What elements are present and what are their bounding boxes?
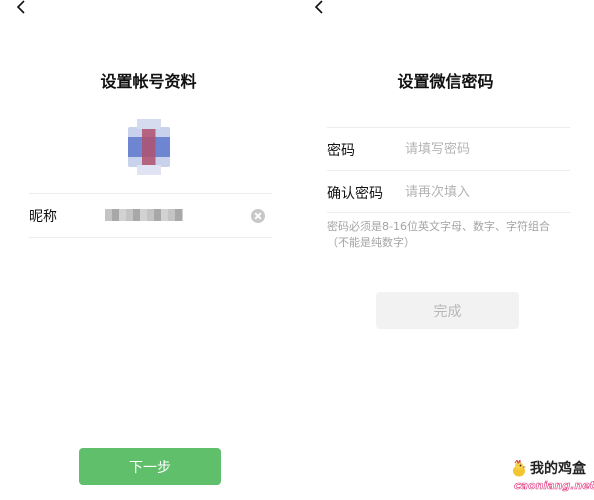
- divider: [327, 127, 570, 128]
- watermark-title: 我的鸡盒: [530, 461, 586, 477]
- clear-icon[interactable]: [251, 209, 265, 223]
- watermark-url: caoniang.net: [514, 479, 594, 493]
- confirm-password-label: 确认密码: [327, 186, 383, 202]
- divider: [29, 193, 272, 194]
- divider: [327, 212, 570, 213]
- password-input[interactable]: [405, 139, 575, 159]
- password-label: 密码: [327, 143, 355, 159]
- watermark: 我的鸡盒 caoniang.net: [508, 458, 594, 498]
- back-icon[interactable]: [312, 0, 328, 16]
- page-title: 设置帐号资料: [100, 72, 197, 91]
- nickname-field[interactable]: [105, 209, 183, 221]
- password-hint-line: 密码必须是8-16位英文字母、数字、字符组合: [327, 220, 550, 233]
- page-title: 设置微信密码: [397, 72, 494, 91]
- confirm-password-input[interactable]: [405, 182, 575, 202]
- back-icon[interactable]: [14, 0, 30, 16]
- wechat-password-screen: 设置微信密码 密码 确认密码 密码必须是8-16位英文字母、数字、字符组合 （不…: [297, 0, 594, 500]
- divider: [327, 170, 570, 171]
- divider: [29, 237, 272, 238]
- nickname-label: 昵称: [29, 209, 57, 225]
- password-hint: 密码必须是8-16位英文字母、数字、字符组合 （不能是纯数字）: [327, 219, 577, 251]
- password-hint-line: （不能是纯数字）: [327, 236, 415, 249]
- avatar[interactable]: [128, 119, 170, 175]
- account-profile-screen: 设置帐号资料 昵称 下一步: [0, 0, 297, 500]
- done-button[interactable]: 完成: [376, 292, 519, 329]
- next-button[interactable]: 下一步: [79, 448, 221, 485]
